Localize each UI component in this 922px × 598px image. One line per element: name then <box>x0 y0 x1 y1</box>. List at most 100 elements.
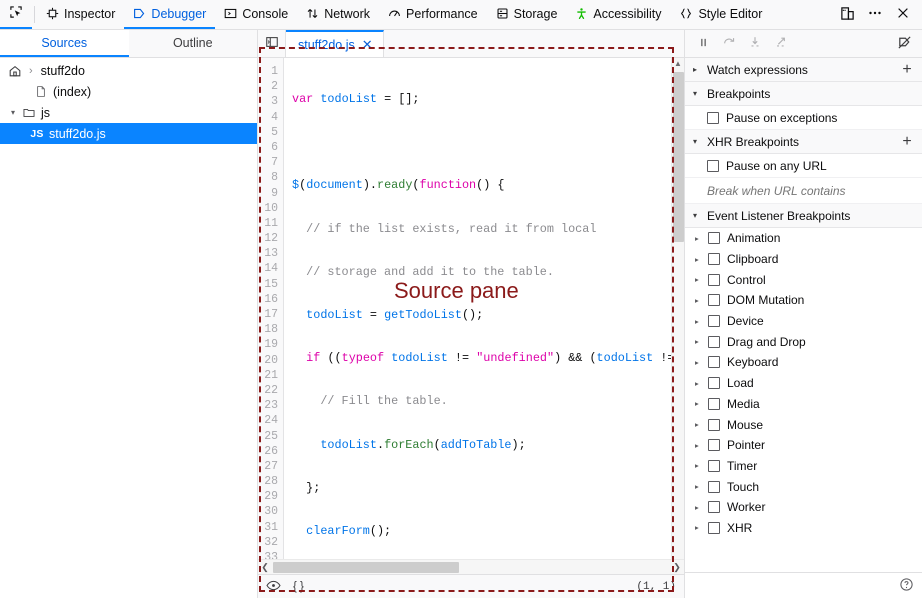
vertical-scrollbar-thumb[interactable] <box>673 72 684 242</box>
event-category-keyboard[interactable]: ▸ Keyboard <box>685 352 922 373</box>
step-in-button[interactable] <box>743 33 767 55</box>
pause-on-exceptions-checkbox[interactable] <box>707 112 719 124</box>
event-category-control[interactable]: ▸ Control <box>685 269 922 290</box>
chevron-right-icon[interactable]: ▸ <box>695 461 708 470</box>
event-category-timer[interactable]: ▸ Timer <box>685 456 922 477</box>
event-category-pointer[interactable]: ▸ Pointer <box>685 435 922 456</box>
add-watch-expression-button[interactable]: + <box>898 62 916 78</box>
prettyprint-braces-label[interactable]: { } <box>293 581 304 593</box>
responsive-design-mode-button[interactable] <box>834 2 860 28</box>
event-category-worker[interactable]: ▸ Worker <box>685 497 922 518</box>
pause-on-exceptions-row[interactable]: Pause on exceptions <box>685 106 922 130</box>
event-category-checkbox[interactable] <box>708 232 720 244</box>
event-category-mouse[interactable]: ▸ Mouse <box>685 414 922 435</box>
chevron-right-icon[interactable]: ▸ <box>695 503 708 512</box>
event-category-checkbox[interactable] <box>708 315 720 327</box>
event-category-checkbox[interactable] <box>708 501 720 513</box>
tab-console[interactable]: Console <box>215 0 297 29</box>
event-category-checkbox[interactable] <box>708 398 720 410</box>
event-category-load[interactable]: ▸ Load <box>685 373 922 394</box>
tab-outline[interactable]: Outline <box>129 30 258 57</box>
chevron-down-icon[interactable]: ▾ <box>693 89 707 98</box>
step-over-button[interactable] <box>717 33 741 55</box>
add-xhr-breakpoint-button[interactable]: + <box>898 134 916 150</box>
element-picker-button[interactable] <box>0 0 32 29</box>
close-devtools-button[interactable] <box>890 2 916 28</box>
event-category-checkbox[interactable] <box>708 356 720 368</box>
tab-performance[interactable]: Performance <box>379 0 487 29</box>
event-category-drag-and-drop[interactable]: ▸ Drag and Drop <box>685 331 922 352</box>
chevron-down-icon[interactable]: ▾ <box>693 211 707 220</box>
tab-style-editor[interactable]: Style Editor <box>670 0 771 29</box>
tab-inspector[interactable]: Inspector <box>37 0 124 29</box>
event-category-checkbox[interactable] <box>708 377 720 389</box>
section-xhr-breakpoints[interactable]: ▾ XHR Breakpoints + <box>685 130 922 154</box>
chevron-right-icon[interactable]: ▸ <box>695 275 708 284</box>
event-category-animation[interactable]: ▸ Animation <box>685 228 922 249</box>
pause-on-any-url-row[interactable]: Pause on any URL <box>685 154 922 178</box>
section-watch-expressions[interactable]: ▸ Watch expressions + <box>685 58 922 82</box>
chevron-right-icon[interactable]: ▸ <box>695 317 708 326</box>
source-tree-root-stuff2do[interactable]: › stuff2do <box>0 60 257 81</box>
event-category-checkbox[interactable] <box>708 481 720 493</box>
chevron-right-icon[interactable]: ▸ <box>695 399 708 408</box>
scroll-left-icon[interactable]: ❮ <box>258 562 272 573</box>
event-category-checkbox[interactable] <box>708 522 720 534</box>
chevron-right-icon[interactable]: ▸ <box>695 420 708 429</box>
chevron-right-icon[interactable]: ▸ <box>695 337 708 346</box>
scroll-right-icon[interactable]: ❯ <box>670 562 684 573</box>
tab-accessibility[interactable]: Accessibility <box>566 0 670 29</box>
chevron-right-icon[interactable]: ▸ <box>695 358 708 367</box>
tab-network[interactable]: Network <box>297 0 379 29</box>
tab-sources[interactable]: Sources <box>0 30 129 57</box>
editor-tab-stuff2do-js[interactable]: stuff2do.js ✕ <box>286 30 384 57</box>
code-editor[interactable]: 1 2 3 4 5 6 7 8 9 10 11 12 13 14 <box>258 58 684 559</box>
editor-horizontal-scrollbar[interactable]: ❮ ❯ <box>258 559 684 574</box>
event-category-checkbox[interactable] <box>708 274 720 286</box>
event-category-checkbox[interactable] <box>708 336 720 348</box>
event-category-checkbox[interactable] <box>708 294 720 306</box>
event-category-clipboard[interactable]: ▸ Clipboard <box>685 249 922 270</box>
xhr-url-input-row[interactable] <box>685 178 922 204</box>
event-category-xhr[interactable]: ▸ XHR <box>685 518 922 539</box>
chevron-right-icon[interactable]: ▸ <box>693 65 707 74</box>
section-event-listener-breakpoints[interactable]: ▾ Event Listener Breakpoints <box>685 204 922 228</box>
event-category-checkbox[interactable] <box>708 460 720 472</box>
source-tree-folder-js[interactable]: ▾ js <box>0 102 257 123</box>
event-category-dom-mutation[interactable]: ▸ DOM Mutation <box>685 290 922 311</box>
event-category-media[interactable]: ▸ Media <box>685 394 922 415</box>
pause-button[interactable] <box>691 33 715 55</box>
step-out-button[interactable] <box>769 33 793 55</box>
horizontal-scrollbar-thumb[interactable] <box>273 562 459 573</box>
event-category-checkbox[interactable] <box>708 439 720 451</box>
editor-vertical-scrollbar[interactable]: ▲ <box>671 58 684 559</box>
event-category-checkbox[interactable] <box>708 419 720 431</box>
chevron-right-icon[interactable]: ▸ <box>695 296 708 305</box>
toggle-start-panel-button[interactable] <box>258 30 286 57</box>
event-category-checkbox[interactable] <box>708 253 720 265</box>
close-tab-icon[interactable]: ✕ <box>362 38 373 51</box>
source-tree-item-index[interactable]: (index) <box>0 81 257 102</box>
chevron-down-icon[interactable]: ▾ <box>693 137 707 146</box>
line-number-gutter[interactable]: 1 2 3 4 5 6 7 8 9 10 11 12 13 14 <box>258 58 284 559</box>
tab-debugger[interactable]: Debugger <box>124 0 215 29</box>
chevron-right-icon[interactable]: ▸ <box>695 379 708 388</box>
event-category-device[interactable]: ▸ Device <box>685 311 922 332</box>
more-options-button[interactable] <box>862 2 888 28</box>
source-tree-item-stuff2do-js[interactable]: JS stuff2do.js <box>0 123 257 144</box>
eye-icon[interactable] <box>266 579 281 595</box>
deactivate-breakpoints-button[interactable] <box>892 33 916 55</box>
chevron-down-icon[interactable]: ▾ <box>6 108 20 117</box>
tab-storage[interactable]: Storage <box>487 0 567 29</box>
chevron-right-icon[interactable]: ▸ <box>695 523 708 532</box>
help-icon[interactable] <box>899 577 914 595</box>
xhr-url-input[interactable] <box>707 184 922 198</box>
chevron-right-icon[interactable]: ▸ <box>695 482 708 491</box>
chevron-right-icon[interactable]: ▸ <box>695 234 708 243</box>
chevron-right-icon[interactable]: ▸ <box>695 255 708 264</box>
scroll-up-icon[interactable]: ▲ <box>674 58 682 70</box>
section-breakpoints[interactable]: ▾ Breakpoints <box>685 82 922 106</box>
code-content[interactable]: var todoList = []; $(document).ready(fun… <box>284 58 671 559</box>
event-category-touch[interactable]: ▸ Touch <box>685 476 922 497</box>
pause-on-any-url-checkbox[interactable] <box>707 160 719 172</box>
